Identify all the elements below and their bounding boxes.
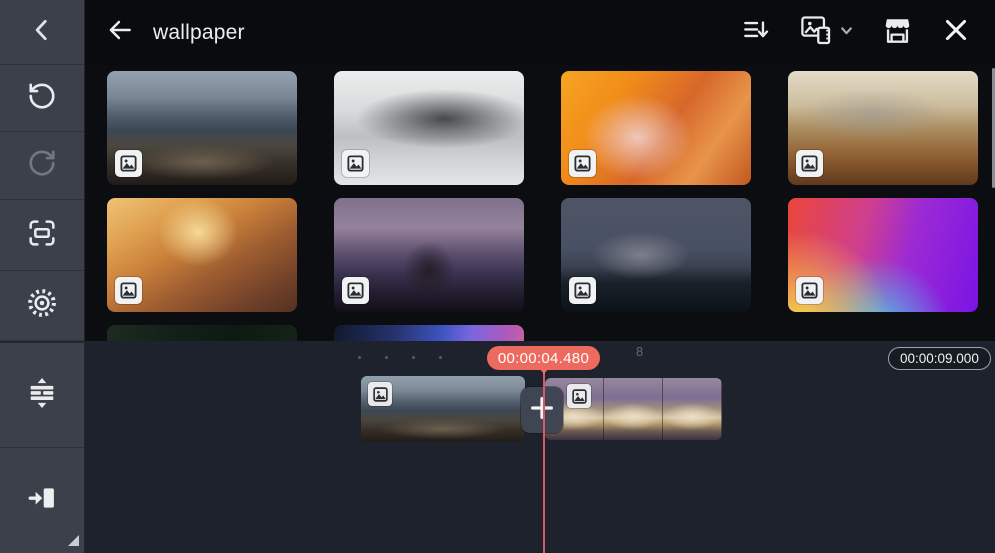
settings-button[interactable]	[0, 271, 84, 341]
image-type-badge-icon	[368, 382, 392, 406]
jump-to-end-button[interactable]	[0, 448, 84, 553]
ruler-second-label: 8	[636, 344, 643, 359]
thumbnail-aurora[interactable]	[334, 325, 524, 341]
chevron-down-icon	[839, 23, 854, 43]
clip-frame	[604, 378, 663, 440]
image-type-badge-icon	[342, 277, 369, 304]
clip-frame	[663, 378, 722, 440]
image-type-badge-icon	[342, 150, 369, 177]
store-icon	[881, 14, 914, 52]
close-icon	[941, 15, 971, 50]
image-type-badge-icon	[569, 277, 596, 304]
timeline-panel: 8 00:00:09.000 00:00:04.480	[85, 341, 995, 553]
sort-icon	[741, 15, 771, 50]
image-type-badge-icon	[115, 277, 142, 304]
collapse-panel-button[interactable]	[0, 0, 84, 65]
back-button[interactable]	[105, 15, 135, 50]
image-type-badge-icon	[569, 150, 596, 177]
redo-button[interactable]	[0, 132, 84, 200]
add-transition-button[interactable]	[521, 387, 563, 433]
ruler-tick-dot	[412, 356, 415, 359]
wallpaper-grid	[85, 65, 995, 341]
gear-icon	[25, 286, 59, 325]
video-editor-screen: { "topbar": { "title": "wallpaper", "ico…	[0, 0, 995, 553]
ruler-tick-dot	[439, 356, 442, 359]
screen-capture-icon	[26, 217, 58, 254]
thumbnail-half-dome[interactable]	[561, 198, 751, 312]
redo-icon	[27, 148, 57, 183]
page-title: wallpaper	[153, 21, 245, 45]
timeline-clip-sports-car[interactable]	[545, 378, 722, 440]
tracks-expand-icon	[25, 376, 59, 415]
media-type-filter-button[interactable]	[798, 13, 854, 52]
arrow-into-bar-icon	[25, 481, 59, 520]
long-press-corner-indicator	[68, 535, 79, 546]
top-bar: wallpaper	[85, 0, 995, 65]
ruler-tick-dot	[358, 356, 361, 359]
undo-button[interactable]	[0, 65, 84, 132]
plus-icon	[528, 394, 556, 427]
thumbnail-dark-foliage[interactable]	[107, 325, 297, 341]
thumbnail-wall-tower-dusk[interactable]	[334, 198, 524, 312]
undo-icon	[27, 81, 57, 116]
capture-button[interactable]	[0, 200, 84, 271]
thumbnail-great-wall-autumn[interactable]	[788, 71, 978, 185]
image-type-badge-icon	[796, 277, 823, 304]
asset-store-button[interactable]	[881, 14, 914, 52]
close-button[interactable]	[941, 15, 971, 50]
current-time-pointer	[540, 369, 548, 374]
image-type-badge-icon	[796, 150, 823, 177]
left-toolbar	[0, 0, 85, 553]
current-time-badge: 00:00:04.480	[487, 346, 600, 370]
sort-button[interactable]	[741, 15, 771, 50]
thumbnail-color-gradient[interactable]	[788, 198, 978, 312]
image-video-icon	[798, 13, 834, 52]
expand-tracks-button[interactable]	[0, 341, 84, 448]
image-type-badge-icon	[567, 384, 591, 408]
ruler-tick-dot	[385, 356, 388, 359]
back-arrow-icon	[105, 15, 135, 50]
thumbnail-mountain-lake[interactable]	[107, 71, 297, 185]
total-duration-badge: 00:00:09.000	[888, 347, 991, 370]
image-type-badge-icon	[115, 150, 142, 177]
chevron-left-icon	[29, 16, 55, 49]
timeline-clip-mountain-lake[interactable]	[361, 376, 525, 442]
thumbnail-slot-canyon[interactable]	[107, 198, 297, 312]
playhead-line	[543, 369, 545, 553]
thumbnail-canyon-wave[interactable]	[561, 71, 751, 185]
thumbnail-misty-mountains[interactable]	[334, 71, 524, 185]
